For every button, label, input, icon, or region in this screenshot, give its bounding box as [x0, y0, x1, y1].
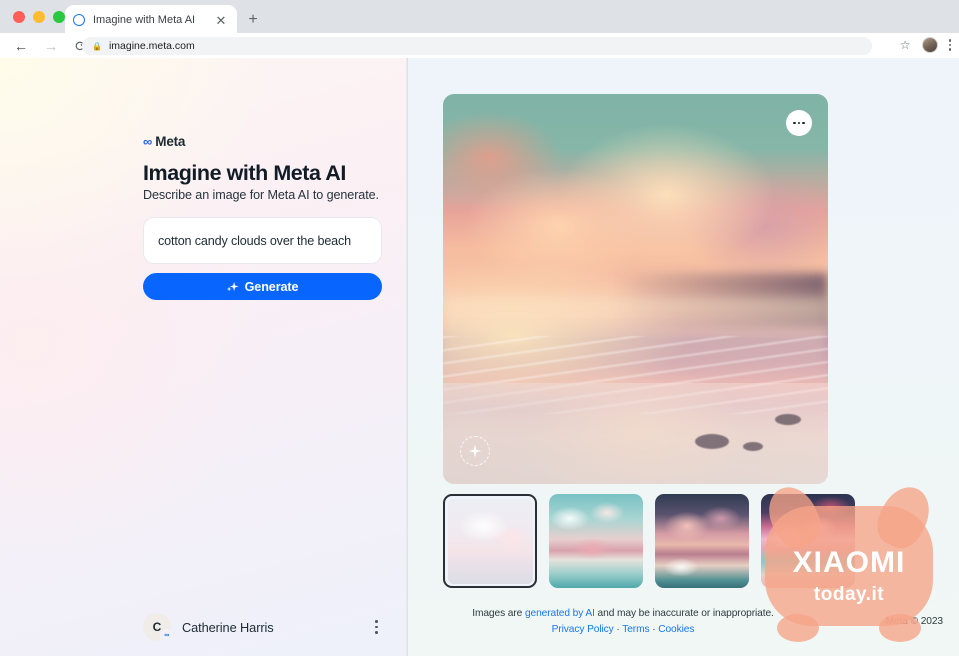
thumbnail-strip — [443, 494, 855, 588]
user-menu-icon[interactable] — [371, 616, 382, 637]
back-button[interactable]: ← — [8, 35, 34, 57]
address-bar[interactable]: 🔒 imagine.meta.com — [82, 37, 872, 55]
left-panel: ∞ Meta Imagine with Meta AI Describe an … — [0, 58, 407, 656]
footer-separator: · — [649, 624, 659, 636]
thumbnail-variation-4[interactable] — [761, 494, 855, 588]
tab-favicon-icon — [73, 14, 85, 26]
browser-window: Imagine with Meta AI ✕ + ← → ⟳ 🔒 imagine… — [0, 0, 959, 656]
thumbnail-art — [447, 498, 533, 584]
browser-tab[interactable]: Imagine with Meta AI ✕ — [65, 5, 237, 35]
address-bar-url: imagine.meta.com — [108, 40, 195, 52]
browser-tab-strip: Imagine with Meta AI ✕ + — [0, 0, 959, 35]
forward-button[interactable]: → — [38, 35, 64, 57]
copyright-text: Meta © 2023 — [885, 616, 943, 628]
terms-link[interactable]: Terms — [622, 624, 649, 635]
footer-links-line: Privacy Policy · Terms · Cookies — [443, 622, 803, 638]
page-subtitle: Describe an image for Meta AI to generat… — [143, 188, 379, 202]
toolbar-actions: ☆ — [900, 37, 951, 53]
generated-image-rock — [743, 442, 763, 451]
generated-image-rock — [695, 434, 729, 449]
close-tab-icon[interactable]: ✕ — [213, 12, 229, 28]
thumbnail-art — [761, 494, 855, 588]
thumbnail-variation-2[interactable] — [549, 494, 643, 588]
profile-avatar-icon[interactable] — [921, 37, 938, 53]
avatar: C ∞ — [143, 613, 173, 642]
watermark-ear-right — [869, 479, 939, 555]
meta-logo: ∞ Meta — [143, 134, 185, 149]
maximize-window-button[interactable] — [53, 11, 65, 23]
ai-watermark-icon — [460, 436, 490, 466]
disclaimer-post: and may be inaccurate or inappropriate. — [594, 608, 774, 620]
generate-button-label: Generate — [244, 279, 299, 294]
right-panel: Images are generated by AI and may be in… — [408, 58, 959, 656]
new-tab-button[interactable]: + — [243, 10, 263, 30]
meta-infinity-icon: ∞ — [143, 134, 152, 149]
footer: Images are generated by AI and may be in… — [443, 606, 943, 638]
page-content: ∞ Meta Imagine with Meta AI Describe an … — [0, 58, 959, 656]
user-name: Catherine Harris — [182, 619, 274, 635]
prompt-input[interactable]: cotton candy clouds over the beach — [143, 217, 382, 264]
page-title: Imagine with Meta AI — [143, 161, 346, 185]
cookies-link[interactable]: Cookies — [658, 624, 694, 635]
thumbnail-variation-3[interactable] — [655, 494, 749, 588]
chrome-menu-icon[interactable] — [948, 39, 951, 51]
lock-icon: 🔒 — [92, 41, 102, 51]
browser-toolbar: ← → ⟳ 🔒 imagine.meta.com ☆ — [0, 33, 959, 58]
thumbnail-art — [549, 494, 643, 588]
star-icon[interactable]: ☆ — [900, 38, 911, 52]
privacy-policy-link[interactable]: Privacy Policy — [552, 624, 614, 635]
sparkle-icon — [226, 281, 239, 293]
image-options-button[interactable] — [786, 110, 812, 136]
footer-separator: · — [613, 624, 623, 636]
thumbnail-art — [655, 494, 749, 588]
window-traffic-lights — [13, 11, 65, 23]
thumbnail-variation-1[interactable] — [443, 494, 537, 588]
user-account-row[interactable]: C ∞ Catherine Harris — [143, 611, 382, 643]
generated-by-ai-link[interactable]: generated by AI — [525, 608, 595, 619]
minimize-window-button[interactable] — [33, 11, 45, 23]
generated-image-rock — [775, 414, 801, 425]
footer-disclaimer: Images are generated by AI and may be in… — [443, 606, 803, 638]
footer-disclaimer-line: Images are generated by AI and may be in… — [443, 606, 803, 622]
generated-image-sand — [443, 382, 828, 484]
disclaimer-pre: Images are — [472, 608, 525, 620]
tab-title: Imagine with Meta AI — [93, 14, 196, 26]
generate-button[interactable]: Generate — [143, 273, 382, 300]
close-window-button[interactable] — [13, 11, 25, 23]
generated-image-main[interactable] — [443, 94, 828, 484]
prompt-input-value: cotton candy clouds over the beach — [158, 233, 352, 248]
meta-wordmark: Meta — [155, 134, 186, 149]
meta-badge-icon: ∞ — [160, 629, 173, 642]
